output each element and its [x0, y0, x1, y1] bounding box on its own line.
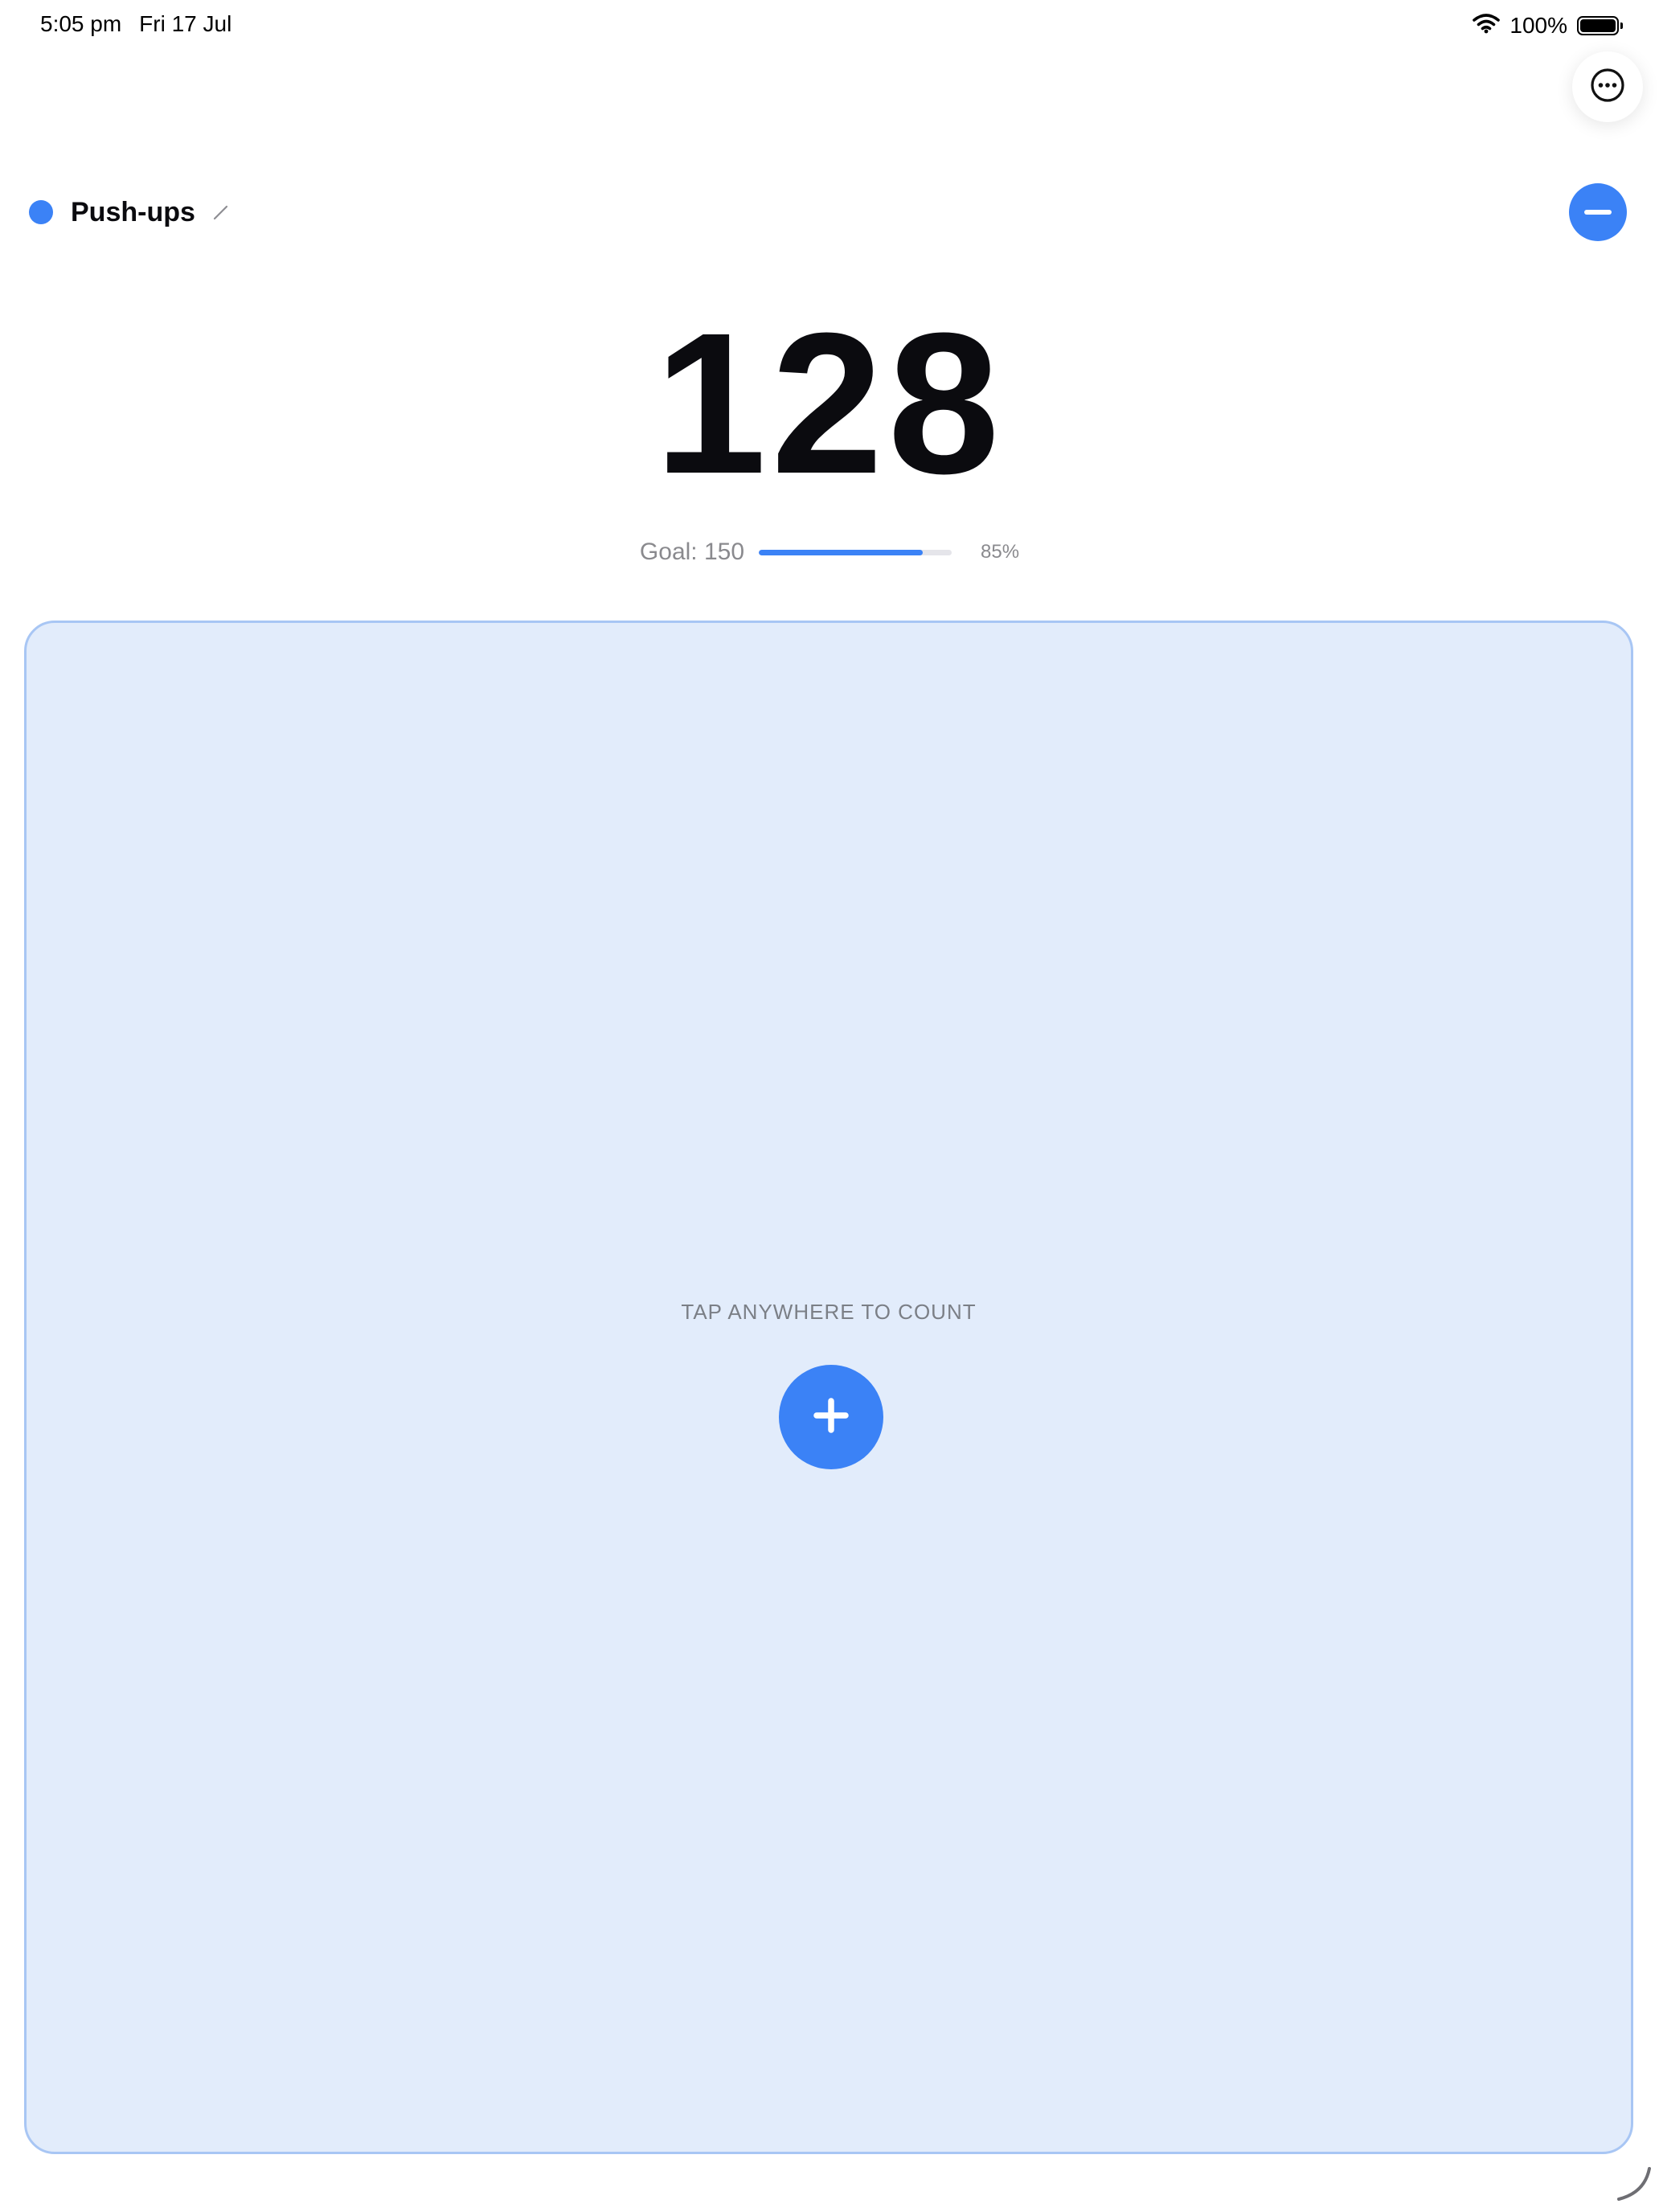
wifi-icon	[1473, 13, 1501, 39]
ellipsis-circle-icon	[1589, 67, 1626, 108]
goal-progress-percent: 85%	[981, 541, 1020, 563]
battery-icon	[1577, 16, 1623, 35]
increment-button[interactable]	[779, 1365, 883, 1469]
minus-icon	[1584, 210, 1612, 215]
decrement-button[interactable]	[1569, 183, 1627, 241]
counter-header: Push-ups	[29, 186, 232, 238]
goal-progress-fill	[759, 549, 924, 555]
status-time: 5:05 pm	[40, 11, 122, 36]
battery-percent: 100%	[1509, 13, 1567, 38]
counter-color-dot	[29, 200, 53, 224]
goal-progress-bar	[759, 549, 952, 555]
count-value: 128	[654, 291, 1005, 515]
status-time-date: 5:05 pm Fri 17 Jul	[40, 11, 231, 37]
resize-handle[interactable]	[1614, 2164, 1654, 2204]
pencil-icon[interactable]	[210, 201, 232, 223]
status-bar: 5:05 pm Fri 17 Jul 100%	[0, 0, 1659, 51]
status-indicators: 100%	[1473, 11, 1623, 40]
more-options-button[interactable]	[1572, 51, 1643, 122]
tap-to-count-area[interactable]: TAP ANYWHERE TO COUNT	[24, 621, 1633, 2154]
goal-progress-row: Goal: 150 85%	[0, 534, 1659, 571]
status-date: Fri 17 Jul	[139, 11, 232, 36]
plus-icon	[807, 1391, 855, 1444]
tap-hint: TAP ANYWHERE TO COUNT	[681, 1300, 977, 1324]
goal-label: Goal: 150	[639, 539, 745, 565]
counter-name[interactable]: Push-ups	[71, 197, 195, 228]
